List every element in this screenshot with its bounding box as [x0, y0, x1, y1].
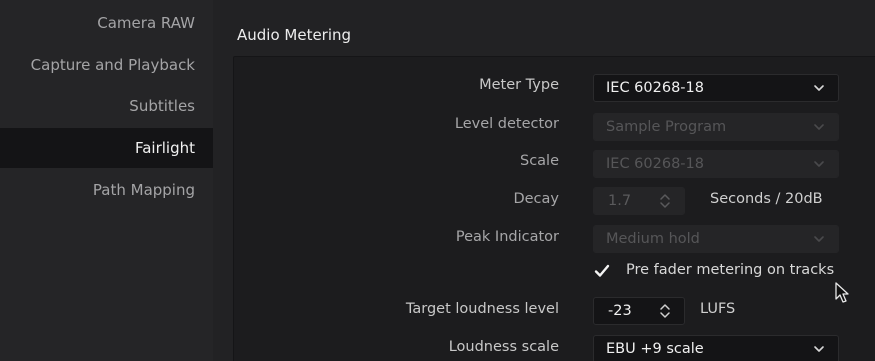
up-down-arrows-icon: [660, 194, 670, 208]
chevron-down-icon: [814, 85, 824, 91]
sidebar-item-camera-raw[interactable]: Camera RAW: [0, 4, 213, 42]
up-down-arrows-icon[interactable]: [658, 301, 672, 321]
chevron-down-icon: [814, 236, 824, 242]
pre-fader-checkbox[interactable]: [593, 262, 611, 280]
loudness-scale-dropdown[interactable]: EBU +9 scale: [593, 335, 839, 361]
peak-indicator-label: Peak Indicator: [455, 229, 559, 245]
meter-type-dropdown[interactable]: IEC 60268-18: [593, 74, 839, 102]
target-loudness-stepper[interactable]: -23: [593, 297, 685, 325]
checkmark-icon: [594, 264, 610, 277]
scale-dropdown[interactable]: IEC 60268-18: [593, 150, 839, 178]
target-loudness-value: -23: [608, 303, 632, 319]
audio-metering-panel: Meter Type IEC 60268-18 Level detector S…: [233, 56, 875, 361]
target-loudness-label: Target loudness level: [405, 301, 559, 317]
loudness-scale-value: EBU +9 scale: [606, 341, 704, 357]
level-detector-value: Sample Program: [606, 119, 727, 135]
scale-label: Scale: [519, 153, 559, 169]
sidebar-item-subtitles[interactable]: Subtitles: [0, 87, 213, 125]
preferences-main: Audio Metering Meter Type IEC 60268-18 L…: [213, 0, 875, 361]
loudness-scale-label: Loudness scale: [448, 339, 559, 355]
sidebar-item-label: Fairlight: [134, 139, 195, 157]
sidebar-item-path-mapping[interactable]: Path Mapping: [0, 171, 213, 209]
level-detector-label: Level detector: [454, 116, 559, 132]
decay-unit: Seconds / 20dB: [710, 191, 823, 207]
sidebar-item-label: Camera RAW: [97, 14, 195, 32]
peak-indicator-value: Medium hold: [606, 231, 700, 247]
mouse-pointer-icon: [835, 282, 849, 303]
chevron-down-icon: [814, 161, 824, 167]
sidebar-item-capture-and-playback[interactable]: Capture and Playback: [0, 46, 213, 84]
section-title: Audio Metering: [237, 26, 352, 44]
chevron-down-icon: [814, 124, 824, 130]
target-loudness-unit: LUFS: [700, 301, 736, 317]
sidebar-item-fairlight[interactable]: Fairlight: [0, 128, 213, 168]
decay-label: Decay: [513, 191, 559, 207]
chevron-down-icon: [814, 346, 824, 352]
preferences-window: Camera RAW Capture and Playback Subtitle…: [0, 0, 875, 361]
sidebar-item-label: Path Mapping: [92, 181, 195, 199]
pre-fader-label[interactable]: Pre fader metering on tracks: [626, 262, 834, 278]
sidebar-item-label: Subtitles: [129, 97, 195, 115]
meter-type-value: IEC 60268-18: [606, 80, 704, 96]
sidebar-item-label: Capture and Playback: [30, 56, 195, 74]
scale-value: IEC 60268-18: [606, 156, 704, 172]
decay-stepper[interactable]: 1.7: [593, 187, 685, 215]
decay-value: 1.7: [608, 193, 632, 209]
preferences-sidebar: Camera RAW Capture and Playback Subtitle…: [0, 0, 213, 361]
level-detector-dropdown[interactable]: Sample Program: [593, 113, 839, 141]
peak-indicator-dropdown[interactable]: Medium hold: [593, 225, 839, 253]
meter-type-label: Meter Type: [479, 77, 559, 93]
